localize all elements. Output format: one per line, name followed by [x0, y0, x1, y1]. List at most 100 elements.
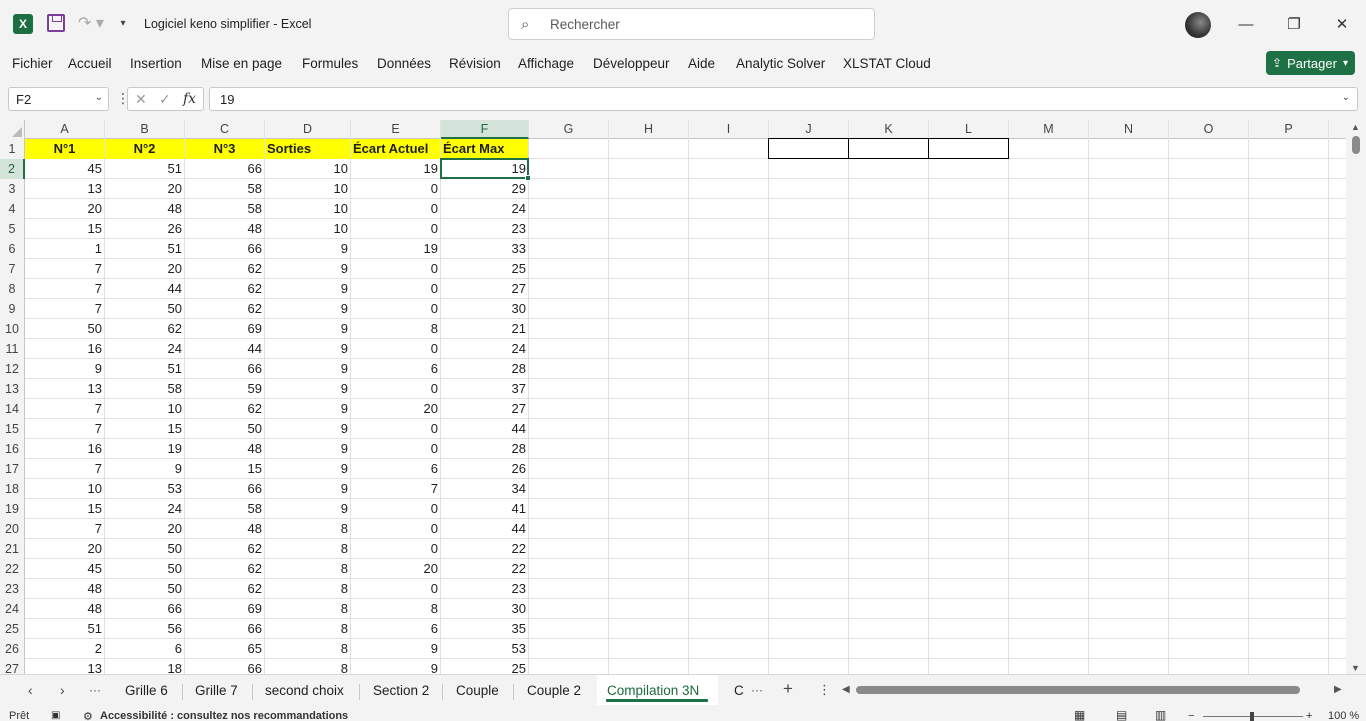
- cell-d2[interactable]: 10: [265, 159, 350, 179]
- cell-d20[interactable]: 8: [265, 519, 350, 539]
- cell-e6[interactable]: 19: [351, 239, 440, 259]
- menu-donnees[interactable]: Données: [377, 56, 431, 71]
- cell-b26[interactable]: 6: [105, 639, 184, 659]
- row-header-7[interactable]: 7: [0, 259, 25, 279]
- cell-a26[interactable]: 2: [25, 639, 104, 659]
- cell-f18[interactable]: 34: [441, 479, 528, 499]
- cell-a18[interactable]: 10: [25, 479, 104, 499]
- menu-aide[interactable]: Aide: [688, 56, 715, 71]
- menu-mise-en-page[interactable]: Mise en page: [201, 56, 282, 71]
- cell-a15[interactable]: 7: [25, 419, 104, 439]
- column-header-k[interactable]: K: [849, 120, 929, 139]
- cell-e25[interactable]: 6: [351, 619, 440, 639]
- column-header-l[interactable]: L: [929, 120, 1009, 139]
- row-header-25[interactable]: 25: [0, 619, 25, 639]
- cell-a23[interactable]: 48: [25, 579, 104, 599]
- cell-e14[interactable]: 20: [351, 399, 440, 419]
- accessibility-icon[interactable]: ⚙: [83, 710, 93, 721]
- cell-f22[interactable]: 22: [441, 559, 528, 579]
- header-cell-f[interactable]: Écart Max: [441, 139, 528, 159]
- cell-d12[interactable]: 9: [265, 359, 350, 379]
- cell-c8[interactable]: 62: [185, 279, 264, 299]
- cell-a11[interactable]: 16: [25, 339, 104, 359]
- cell-e13[interactable]: 0: [351, 379, 440, 399]
- save-icon[interactable]: [47, 14, 65, 32]
- more-sheets-right-icon[interactable]: ···: [751, 683, 763, 697]
- cell-f20[interactable]: 44: [441, 519, 528, 539]
- horizontal-scroll-thumb[interactable]: [856, 686, 1300, 694]
- accessibility-status[interactable]: Accessibilité : consultez nos recommanda…: [100, 710, 348, 721]
- cell-f15[interactable]: 44: [441, 419, 528, 439]
- vertical-scroll-thumb[interactable]: [1352, 136, 1360, 154]
- cell-b27[interactable]: 18: [105, 659, 184, 674]
- menu-affichage[interactable]: Affichage: [518, 56, 574, 71]
- cell-d24[interactable]: 8: [265, 599, 350, 619]
- cell-c13[interactable]: 59: [185, 379, 264, 399]
- cell-e12[interactable]: 6: [351, 359, 440, 379]
- column-header-i[interactable]: I: [689, 120, 769, 139]
- cell-d26[interactable]: 8: [265, 639, 350, 659]
- tab-c[interactable]: C: [734, 683, 744, 698]
- cell-f25[interactable]: 35: [441, 619, 528, 639]
- cell-b21[interactable]: 50: [105, 539, 184, 559]
- add-sheet-icon[interactable]: +: [783, 679, 793, 699]
- cell-f5[interactable]: 23: [441, 219, 528, 239]
- cell-d6[interactable]: 9: [265, 239, 350, 259]
- row-header-10[interactable]: 10: [0, 319, 25, 339]
- cell-b19[interactable]: 24: [105, 499, 184, 519]
- cell-f23[interactable]: 23: [441, 579, 528, 599]
- cell-f4[interactable]: 24: [441, 199, 528, 219]
- page-break-view-icon[interactable]: ▥: [1155, 708, 1166, 721]
- row-header-13[interactable]: 13: [0, 379, 25, 399]
- cell-e21[interactable]: 0: [351, 539, 440, 559]
- cell-b25[interactable]: 56: [105, 619, 184, 639]
- row-header-12[interactable]: 12: [0, 359, 25, 379]
- cell-a16[interactable]: 16: [25, 439, 104, 459]
- cell-a9[interactable]: 7: [25, 299, 104, 319]
- cell-a5[interactable]: 15: [25, 219, 104, 239]
- cell-b16[interactable]: 19: [105, 439, 184, 459]
- column-header-o[interactable]: O: [1169, 120, 1249, 139]
- row-header-24[interactable]: 24: [0, 599, 25, 619]
- scroll-down-icon[interactable]: ▼: [1351, 663, 1360, 673]
- cell-a6[interactable]: 1: [25, 239, 104, 259]
- cell-f12[interactable]: 28: [441, 359, 528, 379]
- header-cell-b[interactable]: N°2: [105, 139, 184, 159]
- cell-e9[interactable]: 0: [351, 299, 440, 319]
- customize-toolbar-chevron-down-icon[interactable]: ▾: [116, 14, 130, 32]
- cancel-icon[interactable]: ✕: [135, 91, 147, 108]
- header-cell-c[interactable]: N°3: [185, 139, 264, 159]
- row-header-8[interactable]: 8: [0, 279, 25, 299]
- cell-d22[interactable]: 8: [265, 559, 350, 579]
- cell-a24[interactable]: 48: [25, 599, 104, 619]
- cell-e2[interactable]: 19: [351, 159, 440, 179]
- cell-a17[interactable]: 7: [25, 459, 104, 479]
- cell-c25[interactable]: 66: [185, 619, 264, 639]
- cell-c5[interactable]: 48: [185, 219, 264, 239]
- restore-icon[interactable]: ❐: [1279, 10, 1309, 38]
- cell-f24[interactable]: 30: [441, 599, 528, 619]
- cell-a22[interactable]: 45: [25, 559, 104, 579]
- column-header-j[interactable]: J: [769, 120, 849, 139]
- cell-d14[interactable]: 9: [265, 399, 350, 419]
- row-header-14[interactable]: 14: [0, 399, 25, 419]
- cell-f13[interactable]: 37: [441, 379, 528, 399]
- close-icon[interactable]: ✕: [1327, 10, 1357, 38]
- fill-handle[interactable]: [525, 175, 531, 181]
- cell-d8[interactable]: 9: [265, 279, 350, 299]
- cell-d3[interactable]: 10: [265, 179, 350, 199]
- column-header-m[interactable]: M: [1009, 120, 1089, 139]
- cell-e23[interactable]: 0: [351, 579, 440, 599]
- spreadsheet-grid[interactable]: A B C D E F G H I J K L M N O P 1 2 3 4 5 6 7 8 9 10 11 12 13 14 15 16 1…: [0, 120, 1346, 674]
- cell-a10[interactable]: 50: [25, 319, 104, 339]
- cell-a21[interactable]: 20: [25, 539, 104, 559]
- cell-f16[interactable]: 28: [441, 439, 528, 459]
- cell-e10[interactable]: 8: [351, 319, 440, 339]
- zoom-level[interactable]: 100 %: [1328, 710, 1359, 721]
- cell-f17[interactable]: 26: [441, 459, 528, 479]
- column-header-c[interactable]: C: [185, 120, 265, 139]
- cell-c21[interactable]: 62: [185, 539, 264, 559]
- cell-f10[interactable]: 21: [441, 319, 528, 339]
- cell-c14[interactable]: 62: [185, 399, 264, 419]
- cell-f7[interactable]: 25: [441, 259, 528, 279]
